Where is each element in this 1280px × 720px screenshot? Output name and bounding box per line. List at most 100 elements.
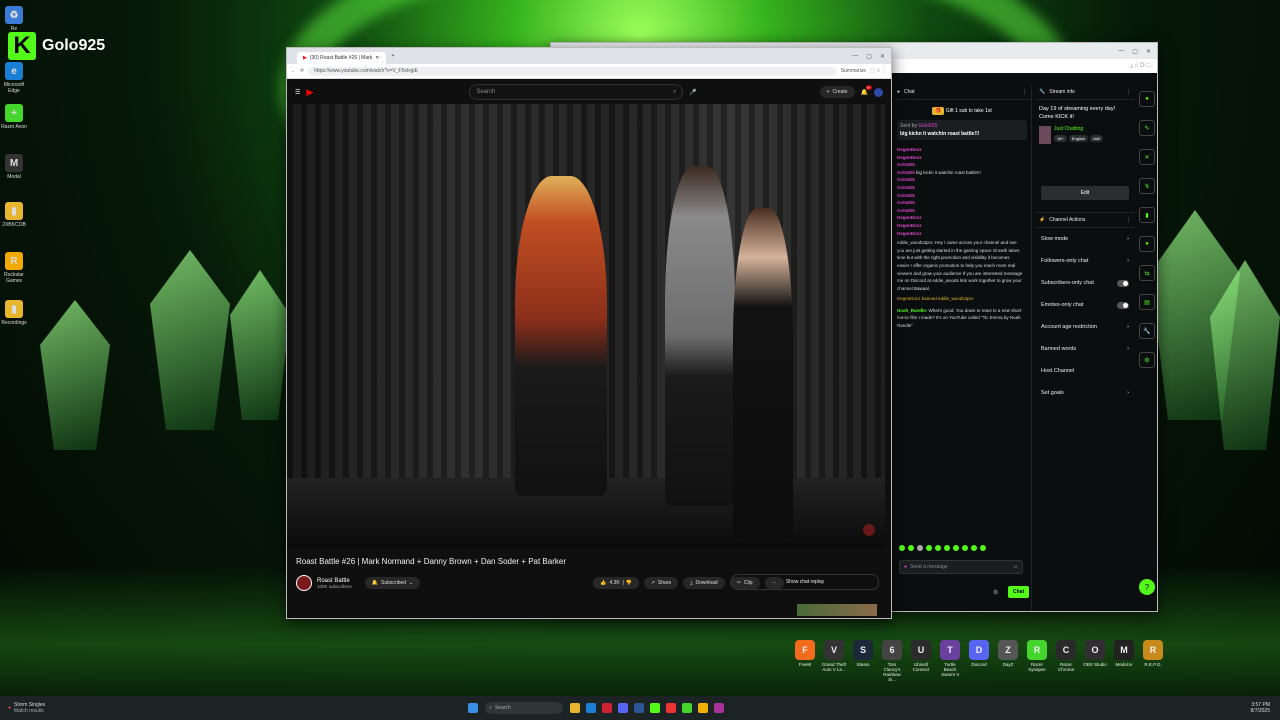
youtube-tab[interactable]: ▶ (30) Roast Battle #26 | Mark ✕ (297, 52, 386, 64)
app-icon[interactable] (714, 703, 725, 713)
back-icon[interactable]: ← (291, 68, 296, 74)
reload-icon[interactable]: ⟳ (300, 68, 304, 74)
support-icon[interactable]: ? (1139, 579, 1155, 595)
start-icon[interactable] (468, 703, 479, 713)
file-explorer-icon[interactable] (570, 703, 581, 713)
search-input[interactable]: Search ⌕ (469, 84, 684, 100)
crystal-decoration (150, 250, 230, 430)
mic-icon[interactable]: 🎤 (689, 89, 696, 96)
dock-app[interactable]: V Grand Theft Auto V Le... (822, 640, 846, 682)
dock-app[interactable]: O OBS Studio (1083, 640, 1107, 682)
desktop-icon[interactable]: + Razer Axon (0, 104, 28, 130)
extensions-icon[interactable]: ⬚ ☆ ⋮ (870, 68, 887, 74)
toggle-switch[interactable] (1117, 279, 1129, 287)
kick-icon[interactable] (650, 703, 661, 713)
clock[interactable]: 3:57 PM 8/7/2025 (1251, 702, 1280, 714)
dock-app[interactable]: U Ubisoft Connect (909, 640, 933, 682)
channel-action-row[interactable]: Set goals › (1035, 382, 1135, 404)
channel-action-row[interactable]: Subscribers-only chat (1035, 272, 1135, 294)
dock-app[interactable]: F FiveM (793, 640, 817, 682)
tool-icon[interactable]: ↯ (1139, 178, 1155, 194)
summarize-button[interactable]: Summarize (841, 68, 866, 74)
app-icon[interactable] (666, 703, 677, 713)
settings-gear-icon[interactable]: ⚙ (993, 589, 998, 596)
channel-action-row[interactable]: Banned words › (1035, 338, 1135, 360)
notifications-icon[interactable]: 🔔 9+ (861, 84, 873, 96)
dock-app[interactable]: M Medal.tv (1112, 640, 1136, 682)
gift-banner[interactable]: 🎁 Gift 1 sub to take 1st (893, 107, 1031, 115)
chrome-icon[interactable] (698, 703, 709, 713)
dock-app-icon: F (795, 640, 815, 660)
url-field[interactable]: https://www.youtube.com/watch?v=V_F5stvj… (308, 66, 837, 76)
share-button[interactable]: ↗ Share (643, 577, 679, 589)
taskbar-search[interactable]: ⌕ Search (485, 702, 564, 714)
tool-icon[interactable]: ▤ (1139, 294, 1155, 310)
channel-action-row[interactable]: Host Channel (1035, 360, 1135, 382)
create-button[interactable]: + Create (819, 86, 855, 98)
app-icon[interactable] (602, 703, 613, 713)
tool-icon[interactable]: ⇆ (1139, 265, 1155, 281)
channel-name[interactable]: Roast Battle (317, 578, 352, 584)
dock-app[interactable]: Z DayZ (996, 640, 1020, 682)
chat-send-button[interactable]: Chat (1008, 586, 1030, 598)
spam-message: eddie_woods3pro: Hey I came across your … (897, 240, 1023, 291)
desktop-icon[interactable]: ♻ Re (0, 6, 28, 32)
download-button[interactable]: ⤓ Download (683, 577, 725, 589)
edge-icon[interactable] (586, 703, 597, 713)
desktop-icon[interactable]: M Medal (0, 154, 28, 180)
stream-info-panel: 🔧 Stream info ⋮ Day 19 of streaming ever… (1035, 85, 1135, 611)
tool-strip: ● ✎ ✕ ↯ ▮ ● ⇆ ▤ 🔧 ⚙ (1137, 85, 1157, 611)
dock-app[interactable]: D Discord (967, 640, 991, 682)
desktop-icon[interactable]: ▮ 2XBKCOB (0, 202, 28, 228)
toggle-switch[interactable] (1117, 301, 1129, 309)
tool-icon[interactable]: ✎ (1139, 120, 1155, 136)
channel-avatar[interactable] (296, 575, 312, 591)
subscribed-button[interactable]: 🔔 Subscribed ⌄ (364, 577, 421, 589)
tool-icon[interactable]: ⚙ (1139, 352, 1155, 368)
recommended-thumbnail[interactable] (797, 604, 877, 616)
weather-sub: Match results (14, 708, 44, 714)
stream-info-menu-icon[interactable]: ⋮ (1126, 89, 1131, 95)
channel-action-row[interactable]: Emotes-only chat (1035, 294, 1135, 316)
channel-action-row[interactable]: Account age restriction › (1035, 316, 1135, 338)
desktop-icon[interactable]: e Microsoft Edge (0, 62, 28, 94)
chat-menu-icon[interactable]: ⋮ (1022, 89, 1027, 95)
dock-app[interactable]: T Turtle Beach Swarm II (938, 640, 962, 682)
category-name: Just Chatting (1054, 126, 1084, 132)
like-button[interactable]: 👍 4.3K | 👎 (593, 577, 639, 589)
desktop-icon[interactable]: ▮ Recordings (0, 300, 28, 326)
message-input[interactable]: ● Send a message ☺ (899, 560, 1023, 574)
dock-app[interactable]: R Razer Synapse (1025, 640, 1049, 682)
edit-button[interactable]: Edit (1041, 186, 1129, 200)
kick-logo-icon: K (8, 32, 36, 60)
tool-icon[interactable]: ● (1139, 236, 1155, 252)
dock-app[interactable]: C Razer Chroma (1054, 640, 1078, 682)
razer-icon[interactable] (682, 703, 693, 713)
discord-icon[interactable] (618, 703, 629, 713)
tool-icon[interactable]: ● (1139, 91, 1155, 107)
account-avatar[interactable] (874, 87, 883, 97)
emote-bar[interactable] (899, 545, 986, 551)
steam-icon[interactable] (634, 703, 645, 713)
channel-actions-menu-icon[interactable]: ⋮ (1126, 217, 1131, 223)
kick-window-controls[interactable]: — ▢ ✕ (1118, 48, 1157, 55)
chat-username: DegenDocz (897, 147, 922, 152)
weather-widget[interactable]: ● Storm Singles Match results (0, 702, 45, 714)
youtube-window-controls[interactable]: — ▢ ✕ (852, 53, 891, 60)
desktop-icon[interactable]: R Rockstar Games (0, 252, 28, 284)
tool-icon[interactable]: ▮ (1139, 207, 1155, 223)
dock-app[interactable]: 6 Tom Clancy's Rainbow Si... (880, 640, 904, 682)
channel-action-row[interactable]: Followers-only chat › (1035, 250, 1135, 272)
menu-icon[interactable]: ☰ (295, 89, 300, 96)
tool-icon[interactable]: 🔧 (1139, 323, 1155, 339)
show-chat-replay-button[interactable]: Show chat replay (731, 574, 879, 590)
dock-app[interactable]: R R.E.P.O. (1141, 640, 1165, 682)
category-thumbnail (1039, 126, 1051, 144)
tool-icon[interactable]: ✕ (1139, 149, 1155, 165)
channel-action-row[interactable]: Slow mode › (1035, 228, 1135, 250)
youtube-logo-icon[interactable]: ▶ (306, 87, 313, 98)
dock-app[interactable]: S Steam (851, 640, 875, 682)
new-tab-icon[interactable]: + (392, 53, 395, 59)
chat-username: Golo925 (897, 192, 915, 198)
video-player[interactable] (287, 104, 885, 548)
